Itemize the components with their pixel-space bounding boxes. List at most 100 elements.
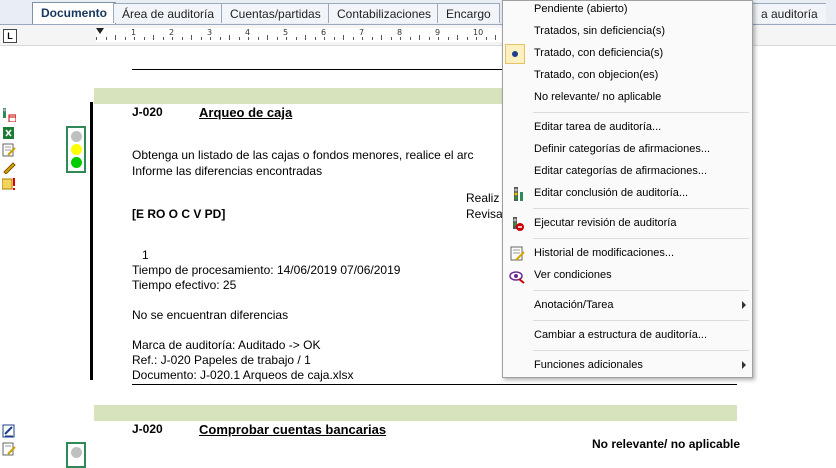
- tab-documento[interactable]: Documento: [32, 2, 116, 24]
- menu-label: Tratado, con deficiencia(s): [534, 47, 664, 59]
- ruler-tick: [124, 37, 126, 40]
- ruler-tick: [495, 35, 496, 40]
- menu-item-edit-task[interactable]: Editar tarea de auditoría...: [503, 117, 752, 139]
- instruction-line-1: Obtenga un listado de las cajas o fondos…: [132, 148, 474, 162]
- traffic-light-status-2[interactable]: [66, 442, 86, 468]
- section-2-code: J-020: [132, 422, 163, 436]
- ruler-tick: [105, 37, 107, 40]
- ruler-tick: [257, 37, 259, 40]
- tab-stop-selector[interactable]: L: [3, 29, 17, 43]
- menu-item-additional-functions[interactable]: Funciones adicionales: [503, 355, 752, 377]
- reference: Ref.: J-020 Papeles de trabajo / 1: [132, 353, 311, 367]
- submenu-arrow-icon: [742, 301, 746, 309]
- edit-document-icon[interactable]: [2, 424, 16, 438]
- ruler-tick: [162, 37, 164, 40]
- traffic-light-green: [70, 157, 82, 168]
- revisado-label: Revisa: [466, 207, 503, 221]
- indent-marker[interactable]: [96, 28, 104, 34]
- section-rule: [132, 384, 737, 385]
- tab-encargo[interactable]: Encargo: [437, 3, 500, 23]
- processing-time: Tiempo de procesamiento: 14/06/2019 07/0…: [132, 263, 401, 277]
- menu-label: Tratado, con objecion(es): [534, 69, 659, 81]
- excel-document-icon[interactable]: [2, 126, 16, 140]
- menu-separator: [533, 238, 749, 239]
- ruler-tick: [286, 37, 287, 40]
- edit-note-icon-2[interactable]: [2, 442, 16, 456]
- ruler-tick: [466, 37, 468, 40]
- ruler-tick: [191, 35, 192, 40]
- menu-item-edit-categories[interactable]: Editar categorías de afirmaciones...: [503, 161, 752, 183]
- menu-item-tratados-sin-deficiencia[interactable]: Tratados, sin deficiencia(s): [503, 21, 752, 43]
- ruler-tick: [428, 37, 430, 40]
- ruler-tick: [134, 37, 135, 40]
- ruler-tick: [457, 35, 458, 40]
- ruler-tick: [390, 37, 392, 40]
- warning-note-icon[interactable]: [1, 177, 16, 191]
- ruler-tick: [333, 37, 335, 40]
- menu-label: Definir categorías de afirmaciones...: [534, 143, 711, 155]
- ruler-number: 6: [321, 28, 327, 37]
- menu-separator: [533, 208, 749, 209]
- menu-label: Funciones adicionales: [534, 359, 643, 371]
- ruler-number: 7: [359, 28, 365, 37]
- conditions-eye-icon: [509, 268, 525, 284]
- menu-label: Cambiar a estructura de auditoría...: [534, 329, 708, 341]
- conclusion-text: No se encuentran diferencias: [132, 308, 289, 322]
- menu-item-history[interactable]: Historial de modificaciones...: [503, 243, 752, 265]
- ruler-tick: [324, 37, 325, 40]
- instruction-line-2: Informe las diferencias encontradas: [132, 164, 323, 178]
- ruler-tick: [400, 37, 401, 40]
- audit-mark: Marca de auditoría: Auditado -> OK: [132, 338, 321, 352]
- traffic-light-status[interactable]: [66, 126, 86, 173]
- pencil-icon[interactable]: [2, 160, 16, 175]
- traffic-light-grey: [70, 447, 82, 458]
- menu-item-annotation[interactable]: Anotación/Tarea: [503, 295, 752, 317]
- horizontal-ruler[interactable]: 1 2 3 4 5 6 7 8 9 10: [96, 28, 506, 42]
- ruler-tick: [295, 37, 297, 40]
- tab-cuentas-partidas[interactable]: Cuentas/partidas: [221, 3, 330, 23]
- section-2-title[interactable]: Comprobar cuentas bancarias: [199, 422, 386, 437]
- menu-separator: [533, 320, 749, 321]
- ruler-tick: [447, 37, 449, 40]
- menu-item-change-structure[interactable]: Cambiar a estructura de auditoría...: [503, 325, 752, 347]
- ruler-tick: [210, 37, 211, 40]
- ruler-number: 4: [245, 28, 251, 37]
- menu-label: Historial de modificaciones...: [534, 247, 675, 259]
- realizado-label: Realiz: [466, 191, 500, 205]
- ruler-tick: [238, 37, 240, 40]
- context-menu: Pendiente (abierto) Tratados, sin defici…: [502, 0, 753, 378]
- document-link[interactable]: Documento: J-020.1 Arqueos de caja.xlsx: [132, 368, 353, 382]
- menu-label: No relevante/ no aplicable: [534, 91, 662, 103]
- tab-area-de-auditoria-2[interactable]: a auditoría: [752, 3, 826, 23]
- ruler-tick: [143, 37, 145, 40]
- tab-area-de-auditoria[interactable]: Área de auditoría: [113, 3, 224, 23]
- menu-separator: [533, 112, 749, 113]
- menu-label: Editar conclusión de auditoría...: [534, 187, 689, 199]
- menu-separator: [533, 350, 749, 351]
- menu-item-define-categories[interactable]: Definir categorías de afirmaciones...: [503, 139, 752, 161]
- edit-note-icon[interactable]: [2, 143, 16, 157]
- menu-item-tratado-con-objecion[interactable]: Tratado, con objecion(es): [503, 65, 752, 87]
- section-band-2: [94, 405, 737, 421]
- menu-item-conditions[interactable]: Ver condiciones: [503, 265, 752, 287]
- menu-label: Editar categorías de afirmaciones...: [534, 165, 708, 177]
- section-2-status: No relevante/ no aplicable: [592, 437, 741, 451]
- section-title[interactable]: Arqueo de caja: [199, 105, 292, 120]
- tab-contabilizaciones[interactable]: Contabilizaciones: [328, 3, 441, 23]
- ruler-tick: [248, 37, 249, 40]
- menu-label: Ver condiciones: [534, 269, 612, 281]
- ruler-number: 10: [473, 28, 484, 37]
- ruler-tick: [352, 37, 354, 40]
- ruler-number: 2: [169, 28, 175, 37]
- calendar-status-icon[interactable]: [2, 108, 17, 123]
- ruler-tick: [229, 35, 230, 40]
- ruler-tick: [267, 35, 268, 40]
- ruler-tick: [476, 37, 477, 40]
- menu-item-no-relevante[interactable]: No relevante/ no aplicable: [503, 87, 752, 109]
- menu-item-tratado-con-deficiencia[interactable]: Tratado, con deficiencia(s): [503, 43, 752, 65]
- ruler-number: 5: [283, 28, 289, 37]
- menu-item-pendiente[interactable]: Pendiente (abierto): [503, 0, 752, 21]
- item-number: 1: [142, 248, 149, 262]
- menu-item-run-review[interactable]: Ejecutar revisión de auditoría: [503, 213, 752, 235]
- menu-item-edit-conclusion[interactable]: Editar conclusión de auditoría...: [503, 183, 752, 205]
